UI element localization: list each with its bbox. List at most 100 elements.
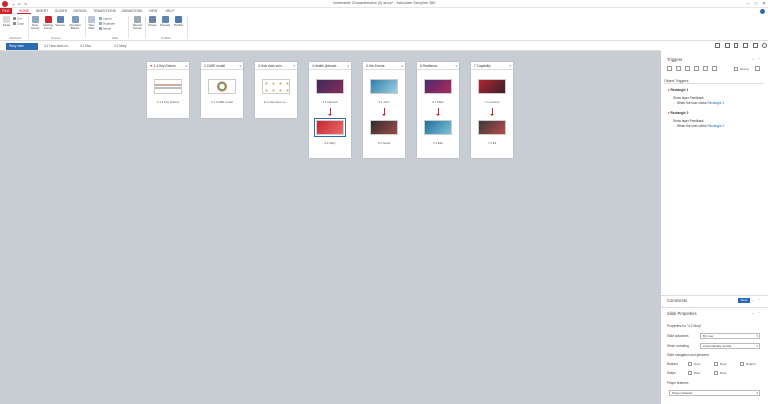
new-comment-button[interactable]: New [738,298,750,303]
edit-trigger-icon[interactable] [676,66,681,71]
scene-card[interactable]: 4 Health (interact… ▾ 4.1 Hannah 4.2 Mary [309,62,351,158]
chevron-down-icon[interactable]: ▾ [509,62,511,70]
slide-advances-select[interactable]: By user [700,333,760,339]
paste-button[interactable]: Paste [2,16,11,27]
record-screen-button[interactable]: Record Screen [131,16,144,30]
import-button[interactable]: Import [99,27,111,31]
move-down-icon[interactable] [712,66,717,71]
slide-label: 6.2 Ella [433,141,443,145]
scene-header[interactable]: 6 Resilience ▾ [417,62,459,70]
preview-button[interactable]: Preview [159,16,171,27]
chevron-down-icon[interactable]: ▾ [401,62,403,70]
scene-header[interactable]: 7 Capability ▾ [471,62,513,70]
slide-tab-4-2-ella[interactable]: 4.2 Ella [80,43,91,50]
cut-button[interactable]: Cut [13,17,22,21]
chevron-down-icon[interactable]: ▾ [293,62,295,70]
new-trigger-icon[interactable] [667,66,672,71]
publish-button[interactable]: Publish [172,16,185,27]
next-button-checkbox[interactable] [714,362,718,366]
slide-thumbnail[interactable] [370,79,398,94]
story-view-tab[interactable]: Story view [6,43,38,50]
scenes-icon [56,16,64,23]
group-checkbox[interactable] [734,67,738,71]
slide-thumbnail[interactable] [370,120,398,135]
panel-minimize-icon[interactable]: – [752,297,754,302]
copy-button[interactable]: Copy [13,22,24,26]
panel-popout-icon[interactable]: ▫ [758,310,759,315]
trigger-options-icon[interactable] [755,66,760,71]
close-icon[interactable]: ✕ [760,1,768,7]
scene-header[interactable]: 3 How does vuln… ▾ [255,62,297,70]
starting-scene-button[interactable]: Starting Scene [42,16,54,30]
slide-thumbnail[interactable] [478,120,506,135]
scene-header[interactable]: 5 Life Events ▾ [363,62,405,70]
trigger-condition: When the user clicks Rectangle 2 [677,124,725,128]
fit-icon[interactable] [753,43,758,48]
tablet-view-icon[interactable] [725,43,730,48]
paste-trigger-icon[interactable] [694,66,699,71]
question-banks-button[interactable]: Question Banks [67,16,83,30]
slide-thumbnail[interactable] [316,79,344,94]
swipe-prev-checkbox[interactable] [688,371,692,375]
chevron-down-icon[interactable]: ▾ [347,62,349,70]
chevron-down-icon[interactable]: ▾ [239,62,241,70]
when-revisiting-select[interactable]: Automatically decide [700,343,760,349]
chevron-down-icon[interactable]: ▾ [185,62,187,70]
scene-card[interactable]: 3 How does vuln… ▾ 3.1 How does vu… [255,62,297,118]
submit-button-checkbox[interactable] [740,362,744,366]
maximize-icon[interactable]: □ [752,1,760,7]
slide-thumbnail[interactable] [208,79,236,94]
scene-card[interactable]: 2 CARE model ▾ 2.1 CARE model [201,62,243,118]
copy-trigger-icon[interactable] [685,66,690,71]
phone-view-icon[interactable] [734,43,738,48]
slide-thumbnail[interactable] [154,79,182,94]
scene-card[interactable]: 5 Life Events ▾ 5.1 John 5.2 Jacob [363,62,405,158]
duplicate-button[interactable]: Duplicate [99,22,115,26]
prev-button-checkbox[interactable] [688,362,692,366]
scene-header[interactable]: 4 Health (interact… ▾ [309,62,351,70]
new-scene-icon [31,16,39,23]
swipe-label: Swipe [667,371,676,375]
panel-popout-icon[interactable]: ▫ [758,297,759,302]
desktop-view-icon[interactable] [715,43,720,48]
slide-label: 5.2 Jacob [377,141,391,145]
scene-card[interactable]: 6 Resilience ▾ 6.1 Mark 6.2 Ella [417,62,459,158]
chevron-down-icon[interactable]: ▾ [455,62,457,70]
swipe-next-checkbox[interactable] [714,371,718,375]
move-up-icon[interactable] [703,66,708,71]
slide-thumbnail[interactable] [424,120,452,135]
scene-header[interactable]: ⚑ 1.4 Key Drivers ▾ [147,62,189,70]
code-icon[interactable] [743,43,748,48]
panel-minimize-icon[interactable]: – [752,56,754,61]
slide-thumbnail[interactable] [262,79,290,94]
slide-thumbnail-selected[interactable] [314,118,346,137]
view-icons [712,43,768,50]
panel-popout-icon[interactable]: ▫ [758,56,759,61]
panel-divider [661,295,768,296]
player-features-select[interactable]: Player defaults [669,390,760,396]
new-slide-button[interactable]: New Slide [86,16,97,30]
scene-card[interactable]: 7 Capability ▾ 7.1 Antonio 7.2 Eli [471,62,513,158]
duplicate-icon [99,22,102,25]
trigger-action[interactable]: Show layer Feedback [673,119,704,123]
slide-thumbnail[interactable] [478,79,506,94]
slide-tab-3-1[interactable]: 3.1 How does vu… [44,43,71,50]
new-scene-button[interactable]: New Scene [30,16,40,30]
player-button[interactable]: Player [147,16,158,27]
minimize-icon[interactable]: – [744,1,752,7]
slide-thumbnail[interactable] [424,79,452,94]
scene-header[interactable]: 2 CARE model ▾ [201,62,243,70]
window-title: Vulnerable Characteristics (2).story* - … [332,1,436,5]
branch-arrow [382,108,386,116]
panel-divider [661,307,768,308]
trigger-object[interactable]: ▾ Rectangle 1 [668,88,688,92]
trigger-object[interactable]: ▾ Rectangle 2 [668,111,688,115]
slide-tab-4-2-mary[interactable]: 4.2 Mary [114,43,126,50]
scenes-button[interactable]: Scenes [55,16,65,27]
settings-icon[interactable] [762,43,767,48]
scene-card[interactable]: ⚑ 1.4 Key Drivers ▾ 1.1 4 Key Drivers [147,62,189,118]
paste-icon [3,16,10,23]
panel-minimize-icon[interactable]: – [752,310,754,315]
layout-button[interactable]: Layout [99,17,112,21]
trigger-action[interactable]: Show layer Feedback [673,96,704,100]
